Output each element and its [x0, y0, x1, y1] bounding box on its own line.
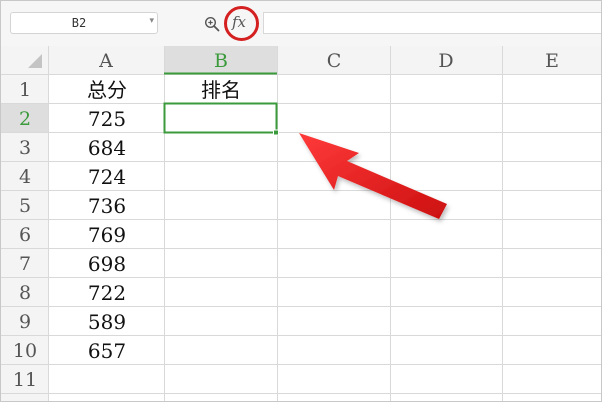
- name-box[interactable]: B2 ▾: [10, 12, 158, 34]
- row-header-10[interactable]: 10: [13, 340, 37, 362]
- row-header-8[interactable]: 8: [19, 282, 31, 304]
- fill-handle[interactable]: [273, 129, 279, 136]
- cell-a10[interactable]: 657: [88, 339, 126, 363]
- row-header-11[interactable]: 11: [13, 369, 37, 391]
- row-header-3[interactable]: 3: [19, 137, 31, 159]
- row-header-6[interactable]: 6: [19, 224, 31, 246]
- column-header-d[interactable]: D: [438, 50, 453, 72]
- column-header-c[interactable]: C: [327, 50, 342, 72]
- column-header-e[interactable]: E: [545, 50, 559, 72]
- cell-a7[interactable]: 698: [88, 252, 126, 276]
- cell-a3[interactable]: 684: [88, 136, 126, 160]
- cell-b1[interactable]: 排名: [201, 78, 241, 102]
- row-header-4[interactable]: 4: [19, 166, 31, 188]
- spreadsheet-window: B2 ▾ fx A B C D E 1 2 3 4 5 6 7 8 9 10 1…: [0, 0, 602, 402]
- selected-cell-b2[interactable]: [163, 102, 278, 134]
- annotation-circle: [224, 6, 259, 41]
- row-header-9[interactable]: 9: [19, 311, 31, 333]
- chevron-down-icon[interactable]: ▾: [149, 16, 154, 26]
- column-header-b[interactable]: B: [214, 50, 228, 72]
- cell-a2[interactable]: 725: [88, 107, 126, 131]
- column-header-a[interactable]: A: [98, 50, 113, 72]
- cell-a5[interactable]: 736: [88, 194, 126, 218]
- column-header-bar: [1, 46, 601, 74]
- sheet-grid: A B C D E 1 2 3 4 5 6 7 8 9 10 11 总分 排名 …: [1, 46, 601, 401]
- cell-a6[interactable]: 769: [88, 223, 126, 247]
- formula-bar: B2 ▾ fx: [1, 1, 601, 47]
- row-header-7[interactable]: 7: [19, 253, 31, 275]
- cell-a1[interactable]: 总分: [87, 78, 127, 102]
- cell-a4[interactable]: 724: [88, 165, 126, 189]
- row-header-1[interactable]: 1: [19, 79, 31, 101]
- cell-a8[interactable]: 722: [88, 281, 126, 305]
- zoom-magnifier-icon[interactable]: [204, 16, 220, 32]
- cell-reference: B2: [71, 16, 87, 30]
- row-header-2[interactable]: 2: [19, 108, 31, 130]
- formula-input[interactable]: [263, 12, 601, 34]
- row-header-5[interactable]: 5: [19, 195, 31, 217]
- annotation-arrow: [299, 133, 447, 219]
- cell-a9[interactable]: 589: [88, 310, 126, 334]
